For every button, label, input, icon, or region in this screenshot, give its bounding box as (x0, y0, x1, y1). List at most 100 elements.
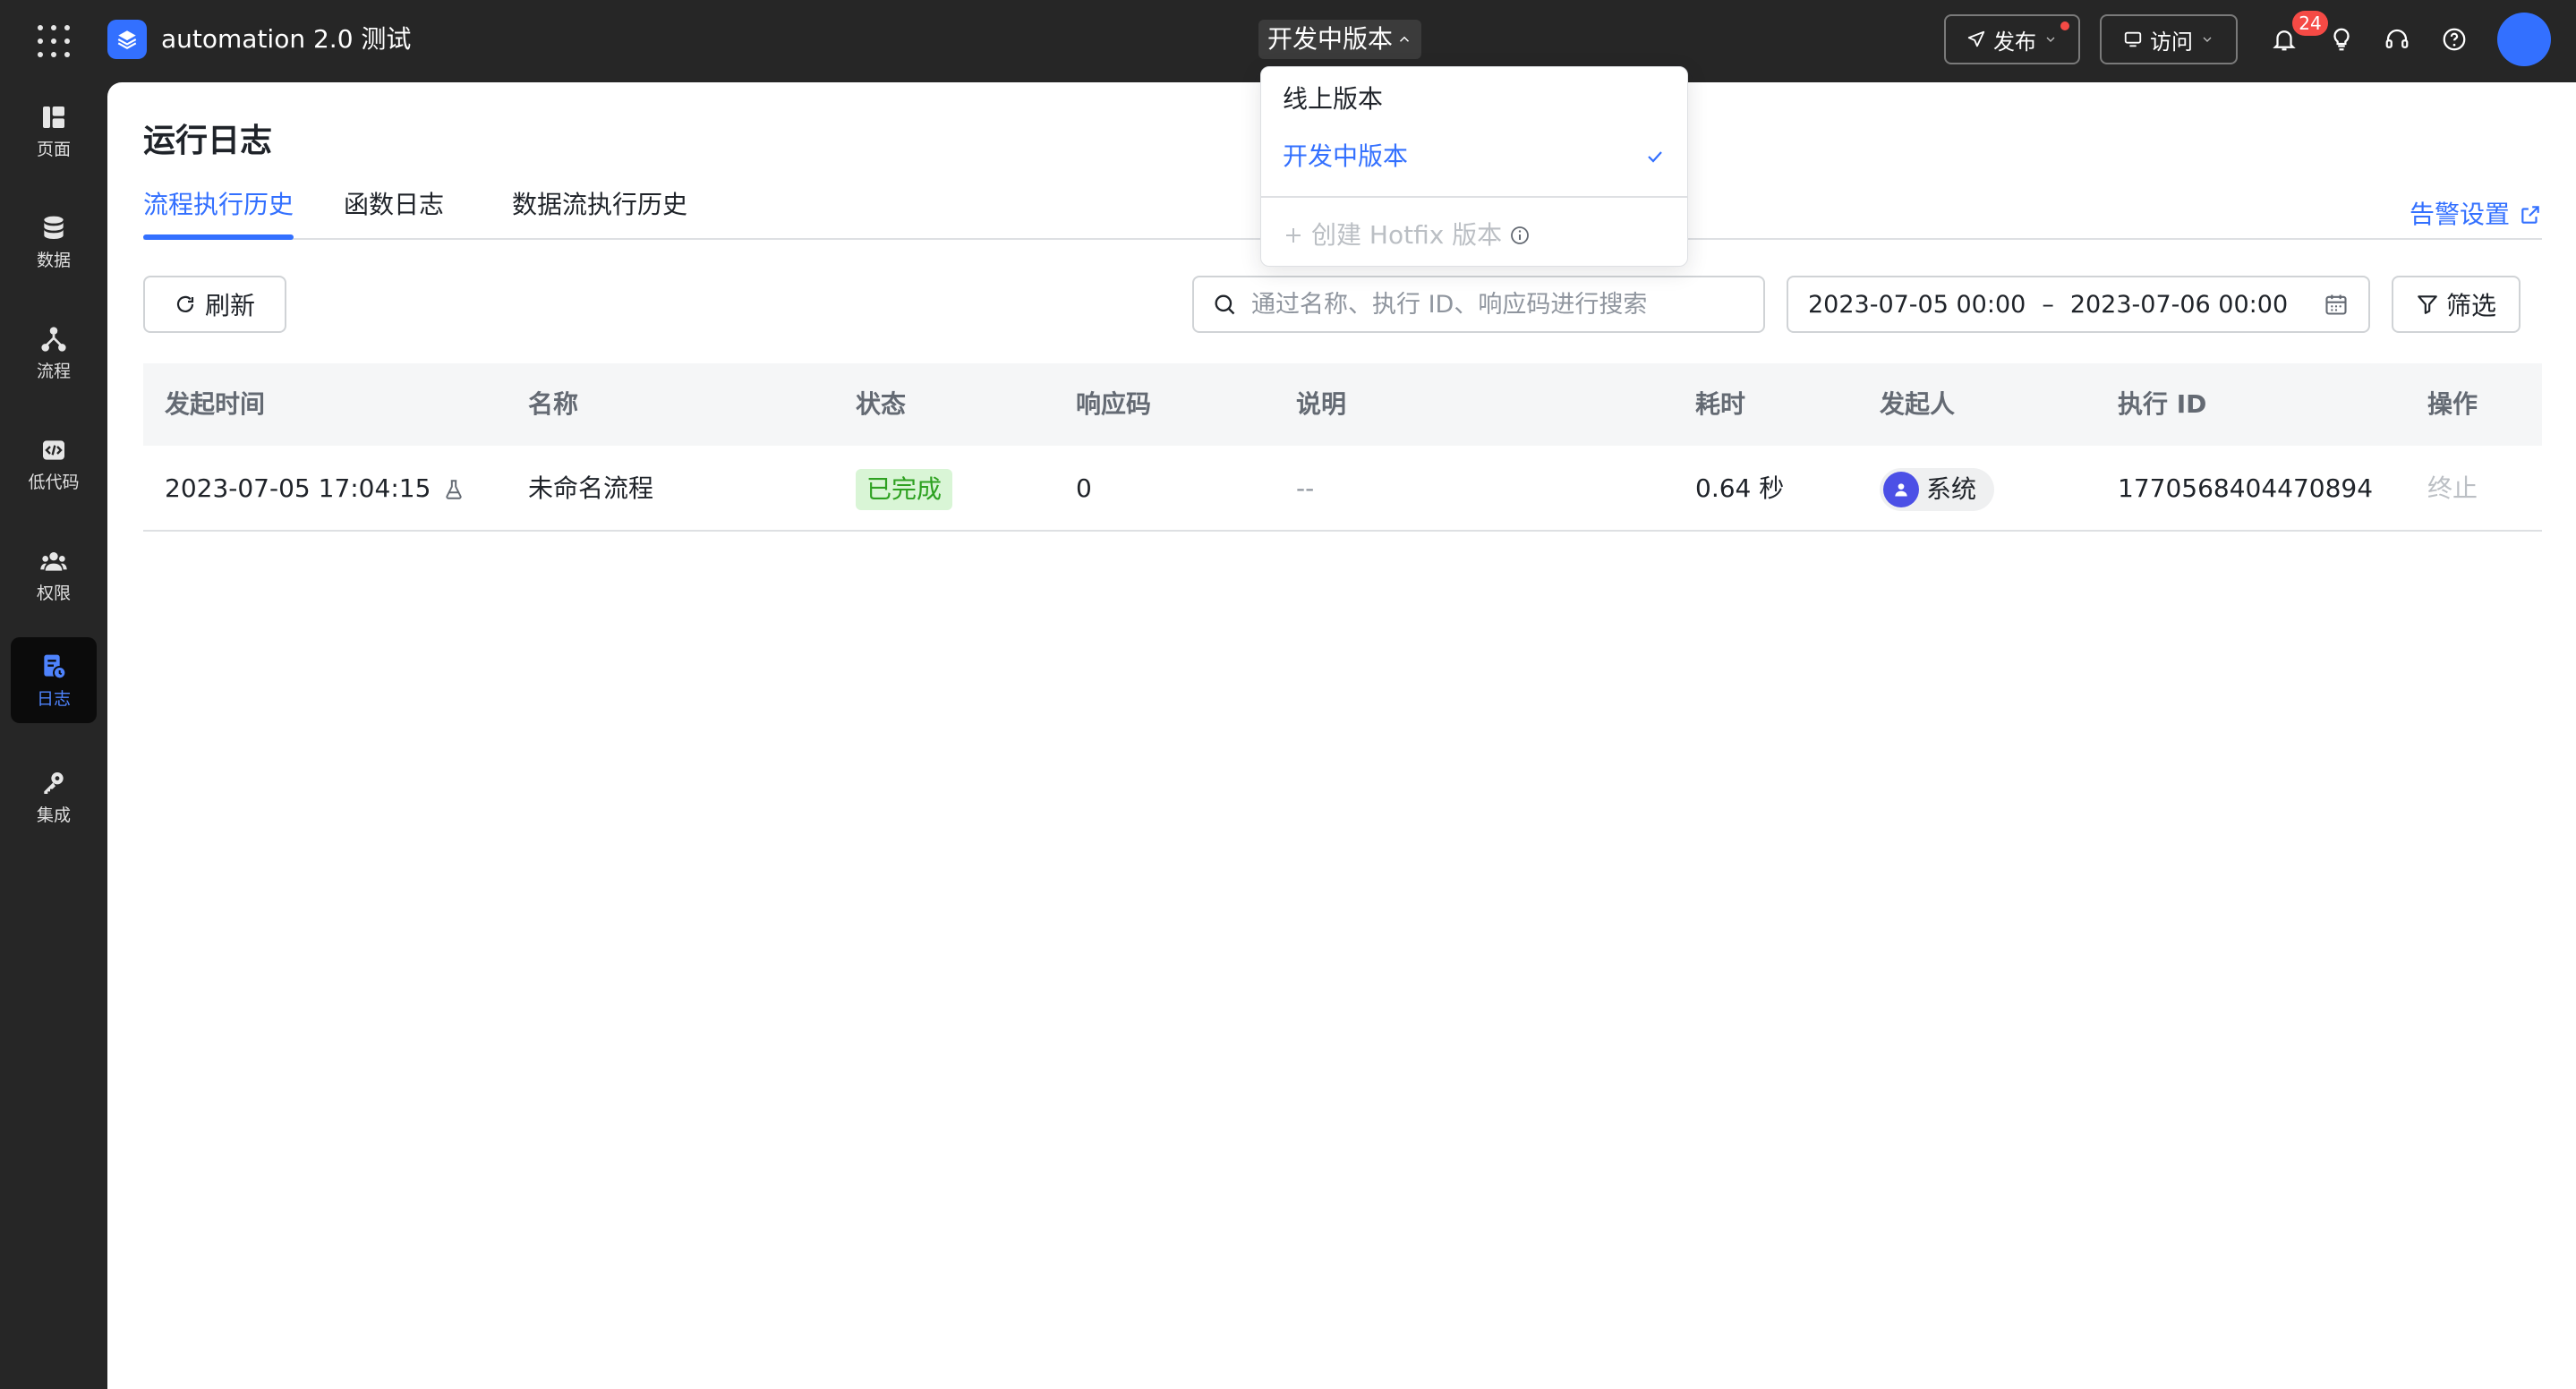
tab-dataflow-history[interactable]: 数据流执行历史 (512, 184, 687, 226)
external-link-icon (2521, 206, 2539, 224)
help-icon[interactable] (2436, 21, 2472, 57)
calendar-icon (2325, 294, 2347, 315)
main-panel: 运行日志 流程执行历史 函数日志 数据流执行历史 告警设置 刷新 2023-07… (107, 82, 2576, 1389)
cell-exec-id: 1770568404470894 (2118, 473, 2374, 503)
plus-icon (1286, 228, 1301, 243)
sidebar-item-label: 数据 (36, 251, 71, 270)
page-icon (38, 101, 70, 133)
execution-history-table: 发起时间 名称 状态 响应码 说明 耗时 发起人 执行 ID 操作 2023-0… (143, 363, 2542, 532)
headset-icon[interactable] (2379, 21, 2415, 57)
search-icon (1215, 294, 1235, 315)
cell-duration: 0.64 秒 (1695, 473, 1785, 503)
cell-time: 2023-07-05 17:04:15 (165, 446, 465, 532)
create-hotfix-label: 创建 Hotfix 版本 (1311, 220, 1503, 250)
app-name: automation 2.0 测试 (161, 24, 412, 54)
chevron-down-icon (2046, 37, 2055, 42)
lightbulb-icon[interactable] (2324, 21, 2359, 57)
publish-button[interactable]: 发布 (1944, 14, 2080, 64)
users-icon (38, 545, 70, 577)
cell-initiator: 系统 (1880, 446, 1995, 532)
sidebar-item-logs[interactable]: 日志 (11, 637, 97, 723)
key-icon (38, 767, 70, 799)
refresh-button[interactable]: 刷新 (143, 276, 286, 333)
search-input[interactable] (1251, 290, 1745, 319)
version-option-dev[interactable]: 开发中版本 (1283, 139, 1666, 175)
terminate-action[interactable]: 终止 (2427, 446, 2478, 532)
flow-icon (38, 323, 70, 355)
flask-icon (446, 480, 462, 499)
info-icon (1511, 226, 1530, 244)
publish-label: 发布 (1993, 29, 2036, 55)
sidebar-item-integration[interactable]: 集成 (11, 754, 97, 839)
version-dropdown: 线上版本 开发中版本 创建 Hotfix 版本 (1260, 66, 1688, 267)
send-icon (1967, 30, 1985, 47)
cell-name: 未命名流程 (528, 473, 654, 503)
sidebar-item-lowcode[interactable]: 低代码 (11, 421, 97, 507)
column-header: 操作 (2427, 389, 2478, 419)
alert-settings-link[interactable]: 告警设置 (2410, 197, 2542, 233)
app-grid-icon[interactable] (36, 23, 72, 59)
tab-flow-history[interactable]: 流程执行历史 (143, 184, 294, 240)
cell-code: 0 (1076, 473, 1092, 503)
log-icon (38, 651, 70, 683)
sidebar-item-label: 权限 (36, 584, 71, 603)
table-header: 发起时间 名称 状态 响应码 说明 耗时 发起人 执行 ID 操作 (143, 363, 2542, 446)
refresh-icon (176, 295, 194, 312)
cell-description: -- (1296, 473, 1315, 503)
table-row[interactable]: 2023-07-05 17:04:15 未命名流程 已完成 0 -- 0.64 … (143, 446, 2542, 532)
column-header: 发起时间 (165, 389, 266, 419)
date-range-picker[interactable]: 2023-07-05 00:00 – 2023-07-06 00:00 (1787, 276, 2370, 333)
version-label: 开发中版本 (1267, 24, 1394, 54)
database-icon (38, 212, 70, 244)
column-header: 状态 (856, 389, 907, 419)
check-icon (1648, 151, 1662, 163)
sidebar: 页面 数据 流程 低代码 权限 日志 集成 (0, 82, 107, 1389)
sidebar-item-permissions[interactable]: 权限 (11, 532, 97, 618)
alert-settings-label: 告警设置 (2409, 200, 2510, 229)
initiator-name: 系统 (1926, 474, 1977, 504)
date-start: 2023-07-05 00:00 (1808, 290, 2026, 319)
tab-function-logs[interactable]: 函数日志 (344, 184, 444, 226)
column-header: 说明 (1296, 389, 1347, 419)
date-separator: – (2042, 290, 2054, 319)
sidebar-item-label: 集成 (36, 805, 71, 825)
version-option-online[interactable]: 线上版本 (1283, 81, 1666, 117)
app-logo-icon (107, 20, 147, 59)
filter-icon (2418, 295, 2437, 314)
date-end: 2023-07-06 00:00 (2069, 290, 2289, 319)
sidebar-item-label: 流程 (36, 362, 71, 381)
publish-dot (2060, 21, 2069, 30)
column-header: 名称 (528, 389, 579, 419)
sidebar-item-pages[interactable]: 页面 (11, 88, 97, 174)
status-badge: 已完成 (856, 469, 953, 510)
version-switcher[interactable]: 开发中版本 (1258, 20, 1422, 59)
page-title: 运行日志 (143, 123, 273, 159)
start-time: 2023-07-05 17:04:15 (165, 473, 431, 503)
visit-button[interactable]: 访问 (2100, 14, 2238, 64)
sidebar-item-label: 低代码 (28, 473, 80, 492)
column-header: 发起人 (1880, 389, 1956, 419)
initiator-chip: 系统 (1880, 468, 1995, 511)
sidebar-item-label: 页面 (36, 140, 71, 159)
version-option-label: 开发中版本 (1283, 141, 1409, 171)
dropdown-divider (1261, 196, 1687, 198)
column-header: 响应码 (1076, 389, 1152, 419)
version-option-label: 线上版本 (1283, 84, 1384, 114)
sidebar-item-label: 日志 (36, 689, 71, 709)
column-header: 执行 ID (2118, 389, 2207, 419)
user-icon (1883, 472, 1919, 507)
filter-label: 筛选 (2445, 291, 2496, 320)
sidebar-item-flow[interactable]: 流程 (11, 310, 97, 396)
monitor-icon (2124, 31, 2142, 47)
refresh-label: 刷新 (204, 291, 255, 320)
create-hotfix-option[interactable]: 创建 Hotfix 版本 (1283, 217, 1531, 253)
sidebar-item-data[interactable]: 数据 (11, 199, 97, 285)
chevron-up-icon (1399, 36, 1410, 42)
filter-button[interactable]: 筛选 (2392, 276, 2521, 333)
search-box (1192, 276, 1765, 333)
user-avatar[interactable] (2497, 13, 2551, 66)
visit-label: 访问 (2150, 29, 2193, 55)
notification-badge: 24 (2292, 11, 2328, 36)
chevron-down-icon (2203, 37, 2212, 42)
column-header: 耗时 (1695, 389, 1746, 419)
